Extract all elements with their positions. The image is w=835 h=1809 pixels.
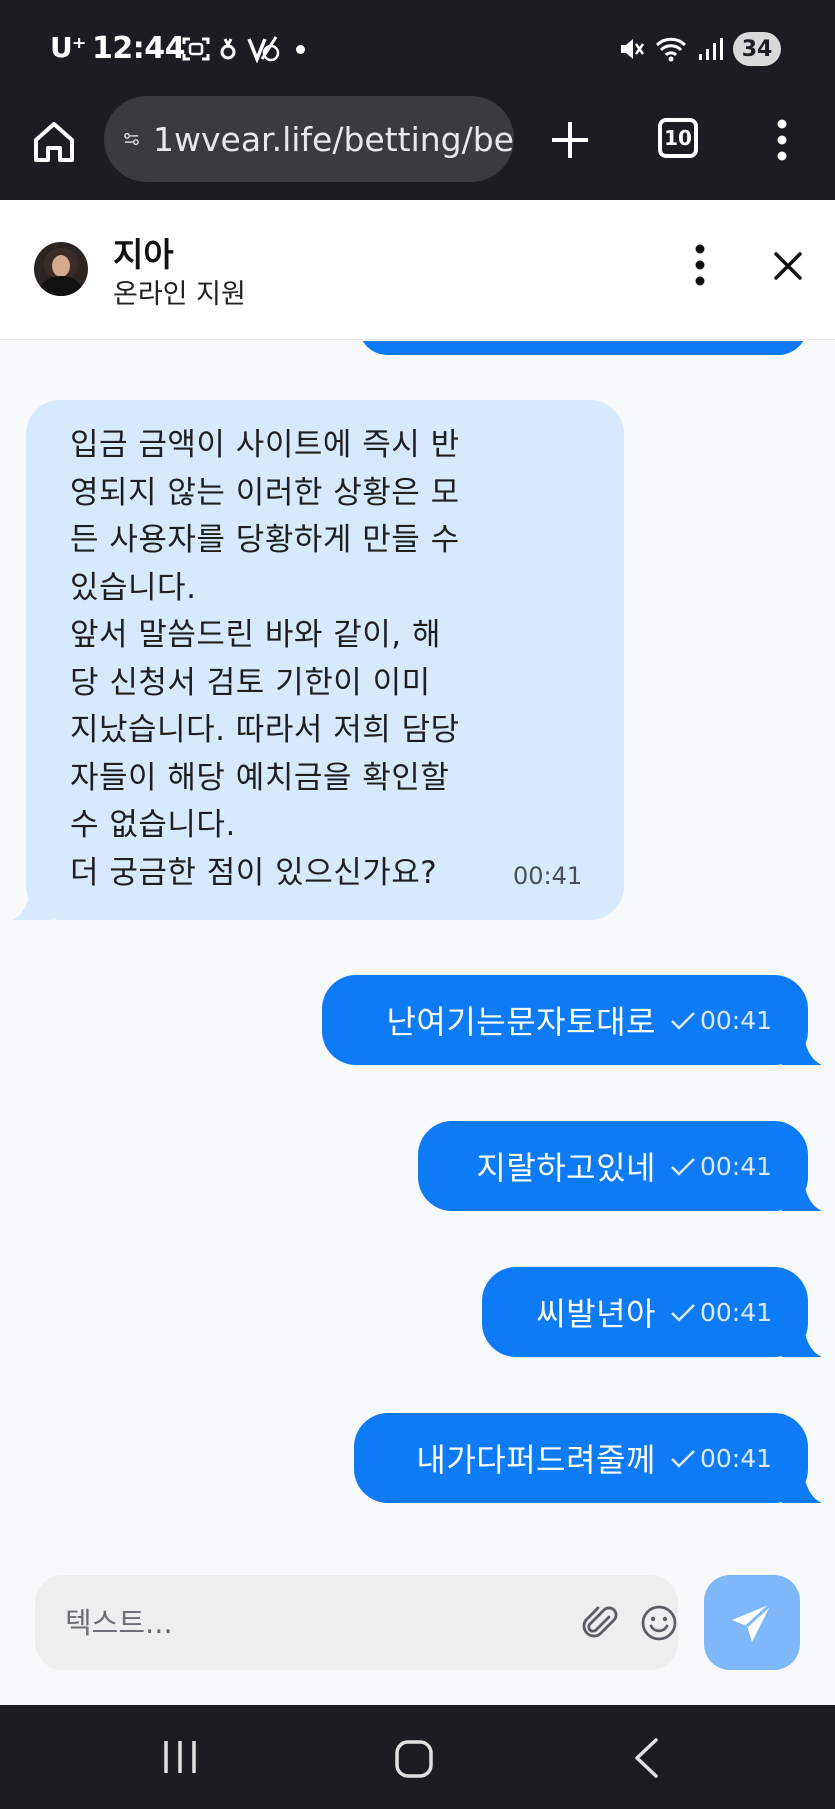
app-frame: U⁺ 12:44 34 1wvear.life/betting/be 10 지아… (0, 0, 835, 1809)
previous-outgoing-bubble (358, 341, 808, 355)
more-menu-icon[interactable] (770, 116, 794, 164)
incoming-message: 입금 금액이 사이트에 즉시 반 영되지 않는 이러한 상황은 모 든 사용자를… (12, 400, 624, 920)
back-icon[interactable] (632, 1737, 660, 1779)
bubble-tail (12, 892, 52, 920)
bubble-tail (782, 1183, 822, 1211)
close-icon[interactable] (770, 248, 806, 284)
bubble-tail (782, 1329, 822, 1357)
message-time: 00:41 (699, 1297, 772, 1327)
message-time: 00:41 (513, 862, 583, 890)
sent-check-icon (671, 1012, 695, 1030)
sent-check-icon (671, 1450, 695, 1468)
home-button-icon[interactable] (394, 1739, 434, 1779)
outgoing-message: 지랄하고있네 00:41 (418, 1121, 822, 1211)
message-text: 난여기는문자토대로 (386, 1003, 656, 1041)
message-time: 00:41 (699, 1443, 772, 1473)
message-text: 내가다퍼드려줄께 (416, 1441, 656, 1479)
site-settings-icon[interactable] (124, 124, 139, 154)
notification-icons (182, 34, 305, 64)
mute-icon (621, 39, 645, 59)
chat-header: 지아 온라인 지원 (0, 200, 835, 340)
carrier-label: U⁺ (50, 31, 87, 64)
screenshot-icon (182, 37, 210, 61)
new-tab-icon[interactable] (546, 116, 594, 164)
message-time: 00:41 (699, 1005, 772, 1035)
outgoing-message: 씨발년아 00:41 (482, 1267, 822, 1357)
data-saver-icon (247, 36, 280, 63)
clock: 12:44 (92, 31, 186, 66)
sent-check-icon (671, 1158, 695, 1176)
bubble-tail (782, 1037, 822, 1065)
wifi-icon (655, 37, 687, 62)
message-text: 지랄하고있네 (476, 1149, 656, 1187)
outgoing-message: 내가다퍼드려줄께 00:41 (354, 1413, 822, 1503)
composer (0, 1549, 835, 1705)
signal-icon (699, 38, 723, 60)
send-button[interactable] (704, 1575, 800, 1670)
recent-apps-icon[interactable] (160, 1739, 200, 1775)
message-text: 씨발년아 (536, 1295, 656, 1333)
url-text[interactable]: 1wvear.life/betting/be (153, 120, 514, 159)
battery-indicator: 34 (733, 32, 781, 66)
system-icons: 34 (617, 30, 781, 68)
home-icon[interactable] (28, 116, 80, 168)
address-bar[interactable]: 1wvear.life/betting/be (104, 96, 514, 182)
message-text: 입금 금액이 사이트에 즉시 반 영되지 않는 이러한 상황은 모 든 사용자를… (70, 427, 460, 891)
emoji-icon[interactable] (639, 1603, 679, 1643)
outgoing-message: 난여기는문자토대로 00:41 (322, 975, 822, 1065)
send-icon (732, 1602, 773, 1642)
sent-check-icon (671, 1304, 695, 1322)
agent-status: 온라인 지원 (113, 279, 246, 310)
chat-options-icon[interactable] (688, 240, 712, 290)
tab-switcher-button[interactable]: 10 (658, 118, 698, 158)
avatar (34, 242, 88, 296)
location-icon (220, 38, 236, 60)
bubble-tail (782, 1475, 822, 1503)
agent-name: 지아 (113, 235, 174, 274)
status-bar: U⁺ 12:44 34 (0, 0, 835, 92)
browser-toolbar: 1wvear.life/betting/be 10 (0, 92, 835, 200)
message-time: 00:41 (699, 1151, 772, 1181)
message-input[interactable] (65, 1599, 535, 1647)
message-list[interactable]: 입금 금액이 사이트에 즉시 반 영되지 않는 이러한 상황은 모 든 사용자를… (0, 341, 835, 1549)
system-navigation-bar (0, 1705, 835, 1809)
notification-dot (296, 44, 305, 54)
message-input-container[interactable] (35, 1575, 678, 1670)
paperclip-icon[interactable] (581, 1603, 621, 1643)
